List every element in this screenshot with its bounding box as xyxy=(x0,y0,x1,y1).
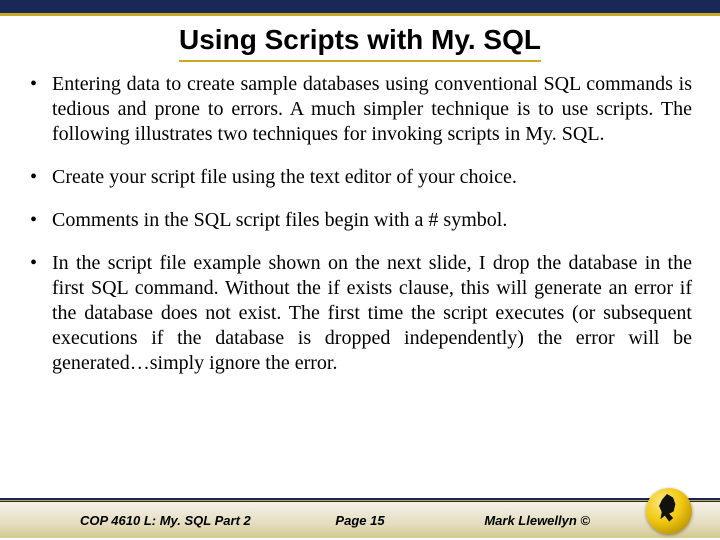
bullet-list: Entering data to create sample databases… xyxy=(28,72,692,376)
bullet-item: Entering data to create sample databases… xyxy=(28,72,692,147)
footer-band: COP 4610 L: My. SQL Part 2 Page 15 Mark … xyxy=(0,502,720,538)
slide-title: Using Scripts with My. SQL xyxy=(179,24,541,62)
bullet-item: Create your script file using the text e… xyxy=(28,165,692,190)
footer-author: Mark Llewellyn © xyxy=(484,513,590,528)
bullet-item: In the script file example shown on the … xyxy=(28,251,692,376)
footer-page: Page 15 xyxy=(335,513,384,528)
bullet-item: Comments in the SQL script files begin w… xyxy=(28,208,692,233)
ucf-pegasus-logo-icon xyxy=(646,488,692,534)
slide-footer: COP 4610 L: My. SQL Part 2 Page 15 Mark … xyxy=(0,498,720,540)
footer-course: COP 4610 L: My. SQL Part 2 xyxy=(80,513,251,528)
top-accent-bar xyxy=(0,0,720,16)
slide-body: Entering data to create sample databases… xyxy=(0,62,720,376)
